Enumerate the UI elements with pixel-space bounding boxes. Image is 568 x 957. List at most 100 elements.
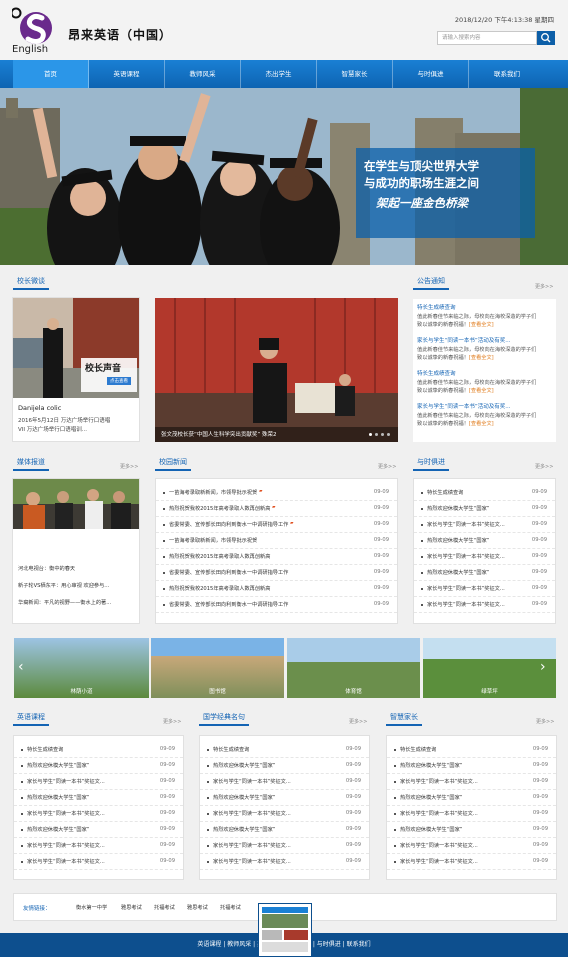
list-item[interactable]: 家长与学生“同读一本书”奖征文... 09-09 — [387, 806, 556, 822]
principal-view-badge[interactable]: 点击查看 — [107, 377, 131, 385]
list-item-title[interactable]: 家长与学生“同读一本书”奖征文... — [213, 810, 291, 817]
list-item-title[interactable]: 家长与学生“同读一本书”奖征文... — [427, 601, 505, 608]
list-item[interactable]: 热烈欢迎休模大学生“国家” 09-09 — [14, 822, 183, 838]
nav-parents[interactable]: 智慧家长 — [317, 60, 393, 88]
notice-item[interactable]: 家长与学生“同读一本书”活动及有奖... 值此新春佳节来临之际，母校向在海校深造… — [417, 403, 536, 428]
logo-icon[interactable]: English — [12, 6, 56, 54]
nav-students[interactable]: 杰出学生 — [241, 60, 317, 88]
media-item[interactable]: 河北电视台：衡中的春天 — [18, 565, 75, 572]
notice-more-link[interactable]: 更多>> — [535, 283, 553, 290]
read-more-link[interactable]: [查看全文] — [469, 388, 494, 394]
list-item[interactable]: 热烈欢迎休模大学生“国家” 09-09 — [387, 790, 556, 806]
list-item[interactable]: 热烈欢迎休模大学生“国家” 09-09 — [200, 822, 369, 838]
english-courses-title[interactable]: 英语课程 — [13, 712, 49, 726]
list-item-title[interactable]: 热烈欢迎休模大学生“国家” — [213, 762, 275, 769]
nav-contact[interactable]: 联系我们 — [469, 60, 545, 88]
list-item-title[interactable]: 一苗海考录取新新闻，市领导批示祝贺 — [169, 489, 257, 496]
list-item[interactable]: 家长与学生“同读一本书”奖征文... 09-09 — [387, 838, 556, 854]
list-item-title[interactable]: 家长与学生“同读一本书”奖征文... — [27, 778, 105, 785]
list-item-title[interactable]: 特长生成绩查询 — [427, 489, 463, 496]
list-item-title[interactable]: 家长与学生“同读一本书”奖征文... — [400, 778, 478, 785]
list-item[interactable]: 热烈欢迎休模大学生“国家” 09-09 — [387, 758, 556, 774]
principal-card[interactable]: 校长声音 点击查看 Danijela colic 2016年5月12日 万达广场… — [12, 297, 140, 442]
list-item[interactable]: 家长与学生“同读一本书”奖征文... 09-09 — [414, 597, 555, 613]
list-item[interactable]: 省委常委、宣传部长田向利到衡水一中调研指导工作 ▰ 09-09 — [156, 517, 397, 533]
list-item-title[interactable]: 家长与学生“同读一本书”奖征文... — [427, 553, 505, 560]
list-item[interactable]: 家长与学生“同读一本书”奖征文... 09-09 — [200, 854, 369, 870]
parents-title[interactable]: 智慧家长 — [386, 712, 422, 726]
list-item-title[interactable]: 热烈祝贺我校2015年高考录取人数再创新高 — [169, 505, 270, 512]
list-item[interactable]: 热烈欢迎休模大学生“国家” 09-09 — [414, 501, 555, 517]
slide-dot[interactable] — [375, 433, 378, 436]
list-item[interactable]: 特长生成绩查询 09-09 — [200, 742, 369, 758]
list-item-title[interactable]: 热烈欢迎休模大学生“国家” — [400, 794, 462, 801]
list-item-title[interactable]: 家长与学生“同读一本书”奖征文... — [400, 842, 478, 849]
list-item[interactable]: 热烈欢迎休模大学生“国家” 09-09 — [200, 790, 369, 806]
gallery-item[interactable]: 绿草坪 — [423, 638, 556, 698]
list-item-title[interactable]: 热烈祝贺我校2015年高考录取人数再创新高 — [169, 553, 270, 560]
list-item[interactable]: 热烈欢迎休模大学生“国家” 09-09 — [387, 822, 556, 838]
list-item-title[interactable]: 家长与学生“同读一本书”奖征文... — [400, 810, 478, 817]
list-item-title[interactable]: 热烈欢迎休模大学生“国家” — [213, 794, 275, 801]
list-item-title[interactable]: 家长与学生“同读一本书”奖征文... — [27, 858, 105, 865]
list-item-title[interactable]: 省委常委、宣传部长田向利到衡水一中调研指导工作 — [169, 601, 288, 608]
list-item[interactable]: 一苗海考录取新新闻，市领导批示祝贺 09-09 — [156, 533, 397, 549]
list-item[interactable]: 家长与学生“同读一本书”奖征文... 09-09 — [200, 774, 369, 790]
slide-dot[interactable] — [387, 433, 390, 436]
gallery-item[interactable]: 图书馆 — [151, 638, 284, 698]
nav-english-courses[interactable]: 英语课程 — [89, 60, 165, 88]
friend-link[interactable]: 衡水第一中学 — [76, 904, 107, 911]
list-item-title[interactable]: 热烈欢迎休模大学生“国家” — [27, 794, 89, 801]
list-item[interactable]: 家长与学生“同读一本书”奖征文... 09-09 — [414, 549, 555, 565]
classics-more-link[interactable]: 更多>> — [349, 718, 367, 725]
list-item[interactable]: 家长与学生“同读一本书”奖征文... 09-09 — [14, 838, 183, 854]
progress-title[interactable]: 与时俱进 — [413, 457, 449, 471]
list-item-title[interactable]: 省委常委、宣传部长田向利到衡水一中调研指导工作 — [169, 521, 288, 528]
media-item[interactable]: 新子轮VS栖东平：用心审视 欢迎参与... — [18, 582, 109, 589]
friend-link[interactable]: 托福考试 — [154, 904, 175, 911]
list-item[interactable]: 热烈欢迎休模大学生“国家” 09-09 — [14, 790, 183, 806]
parents-more-link[interactable]: 更多>> — [536, 718, 554, 725]
progress-more-link[interactable]: 更多>> — [535, 463, 553, 470]
list-item-title[interactable]: 家长与学生“同读一本书”奖征文... — [213, 858, 291, 865]
list-item-title[interactable]: 热烈欢迎休模大学生“国家” — [400, 826, 462, 833]
slide-dot[interactable] — [369, 433, 372, 436]
list-item[interactable]: 热烈祝贺我校2015年高考录取人数再创新高 ▰ 09-09 — [156, 501, 397, 517]
principal-title[interactable]: 校长微谈 — [13, 276, 49, 290]
list-item[interactable]: 家长与学生“同读一本书”奖征文... 09-09 — [14, 774, 183, 790]
nav-home[interactable]: 首页 — [13, 60, 89, 88]
list-item[interactable]: 省委常委、宣传部长田向利到衡水一中调研指导工作 09-09 — [156, 597, 397, 613]
gallery-item[interactable]: 体育馆 — [287, 638, 420, 698]
notice-item[interactable]: 特长生成绩查询 值此新春佳节来临之际，母校向在海校深造的学子们 致以诚挚的新春祝… — [417, 370, 536, 395]
search-button[interactable] — [537, 31, 555, 45]
list-item-title[interactable]: 家长与学生“同读一本书”奖征文... — [27, 810, 105, 817]
list-item[interactable]: 热烈祝贺我校2015年高考录取人数再创新高 09-09 — [156, 549, 397, 565]
list-item[interactable]: 特长生成绩查询 09-09 — [414, 485, 555, 501]
hero-banner[interactable]: 在学生与顶尖世界大学 与成功的职场生涯之间 架起一座金色桥梁 — [0, 88, 568, 265]
gallery-item[interactable]: 林荫小道 — [14, 638, 149, 698]
list-item-title[interactable]: 家长与学生“同读一本书”奖征文... — [427, 585, 505, 592]
list-item-title[interactable]: 特长生成绩查询 — [213, 746, 249, 753]
list-item[interactable]: 热烈祝贺我校2015年高考录取人数再创新高 09-09 — [156, 581, 397, 597]
list-item-title[interactable]: 热烈欢迎休模大学生“国家” — [427, 505, 489, 512]
list-item[interactable]: 家长与学生“同读一本书”奖征文... 09-09 — [387, 774, 556, 790]
gallery-next-arrow[interactable]: › — [540, 659, 546, 675]
list-item-title[interactable]: 省委常委、宣传部长田向利到衡水一中调研指导工作 — [169, 569, 288, 576]
read-more-link[interactable]: [查看全文] — [469, 322, 494, 328]
friend-link[interactable]: 雅思考试 — [121, 904, 142, 911]
list-item-title[interactable]: 一苗海考录取新新闻，市领导批示祝贺 — [169, 537, 257, 544]
list-item-title[interactable]: 家长与学生“同读一本书”奖征文... — [213, 778, 291, 785]
nav-progress[interactable]: 与时俱进 — [393, 60, 469, 88]
slide-dot[interactable] — [381, 433, 384, 436]
notice-title[interactable]: 公告通知 — [413, 276, 449, 290]
list-item[interactable]: 家长与学生“同读一本书”奖征文... 09-09 — [200, 838, 369, 854]
list-item[interactable]: 省委常委、宣传部长田向利到衡水一中调研指导工作 09-09 — [156, 565, 397, 581]
list-item-title[interactable]: 热烈欢迎休模大学生“国家” — [400, 762, 462, 769]
list-item-title[interactable]: 家长与学生“同读一本书”奖征文... — [27, 842, 105, 849]
list-item-title[interactable]: 热烈欢迎休模大学生“国家” — [213, 826, 275, 833]
list-item-title[interactable]: 家长与学生“同读一本书”奖征文... — [427, 521, 505, 528]
news-slideshow[interactable]: 张文茂校长获“中国人生科学突出贡献奖” 殊荣2 — [155, 298, 398, 442]
english-more-link[interactable]: 更多>> — [163, 718, 181, 725]
list-item-title[interactable]: 热烈欢迎休模大学生“国家” — [27, 762, 89, 769]
friend-link[interactable]: 雅思考试 — [187, 904, 208, 911]
